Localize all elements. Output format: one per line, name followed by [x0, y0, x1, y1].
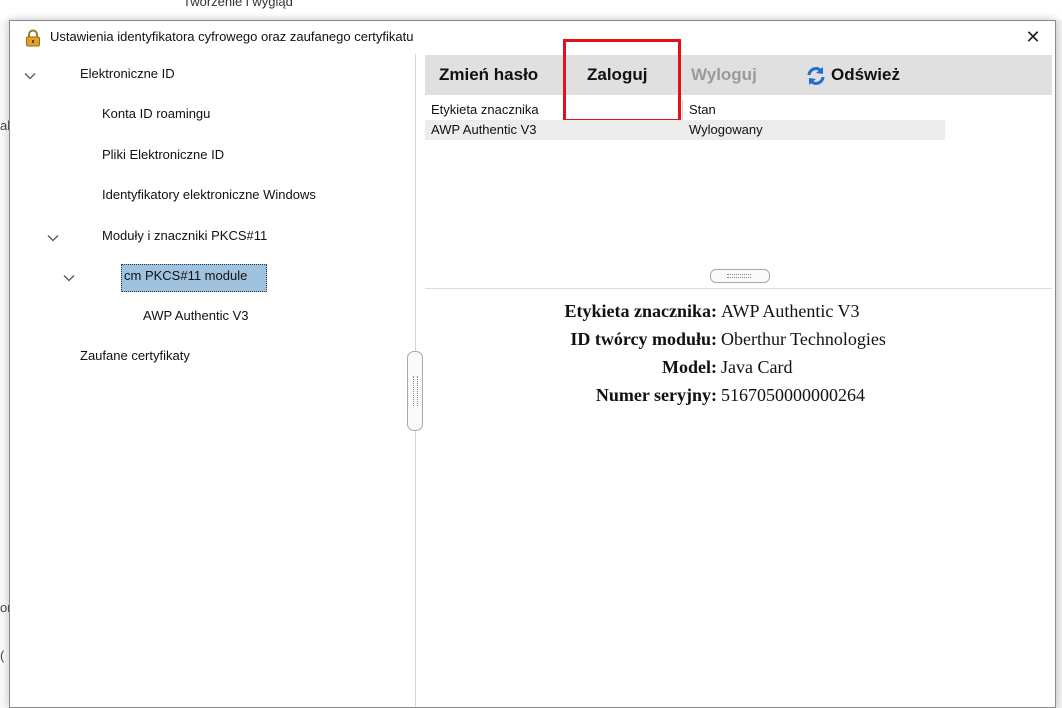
column-header-status[interactable]: Stan: [689, 102, 716, 117]
detail-row: Numer seryjny: 5167050000000264: [425, 385, 1052, 411]
cell-token-status: Wylogowany: [689, 122, 763, 137]
digital-id-settings-dialog: Ustawienia identyfikatora cyfrowego oraz…: [9, 20, 1056, 708]
detail-row: ID twórcy modułu: Oberthur Technologies: [425, 329, 1052, 355]
tree-item-id-files[interactable]: Pliki Elektroniczne ID: [102, 147, 224, 162]
title-bar: Ustawienia identyfikatora cyfrowego oraz…: [10, 21, 1055, 54]
detail-label: ID twórcy modułu:: [570, 329, 717, 349]
detail-row: Model: Java Card: [425, 357, 1052, 383]
table-header: Etykieta znacznika Stan: [425, 100, 945, 120]
close-button[interactable]: ✕: [1011, 21, 1055, 54]
table-row[interactable]: AWP Authentic V3 Wylogowany: [425, 120, 945, 140]
detail-label: Numer seryjny:: [595, 385, 717, 405]
column-separator: [682, 100, 683, 120]
vertical-splitter-handle[interactable]: [407, 351, 423, 431]
background-header: Tworzenie i wygląd: [0, 0, 1062, 20]
background-tab[interactable]: Tworzenie i wygląd: [183, 0, 293, 9]
tree-item-roaming-accounts[interactable]: Konta ID roamingu: [102, 106, 210, 121]
cell-token-label: AWP Authentic V3: [431, 122, 537, 137]
tree-item-cm-pkcs11-module[interactable]: cm PKCS#11 module: [121, 264, 267, 292]
lock-icon: [26, 29, 40, 47]
background-fragment: (: [0, 648, 5, 663]
detail-value: Java Card: [721, 357, 793, 377]
grip-icon: [727, 274, 751, 278]
chevron-down-icon[interactable]: [63, 272, 75, 284]
pane-divider: [425, 288, 1052, 289]
column-header-label[interactable]: Etykieta znacznika: [431, 102, 539, 117]
detail-value: AWP Authentic V3: [721, 301, 860, 321]
tree-item-electronic-id[interactable]: Elektroniczne ID: [80, 66, 175, 81]
chevron-down-icon[interactable]: [24, 70, 36, 82]
refresh-icon[interactable]: [805, 65, 827, 87]
chevron-down-icon[interactable]: [47, 232, 59, 244]
horizontal-splitter-handle[interactable]: [710, 269, 770, 283]
detail-value: 5167050000000264: [721, 385, 865, 405]
tree-item-awp-authentic[interactable]: AWP Authentic V3: [143, 308, 249, 323]
detail-label: Etykieta znacznika:: [564, 301, 718, 321]
logout-button: Wyloguj: [691, 65, 757, 84]
tree-item-pkcs11-modules[interactable]: Moduły i znaczniki PKCS#11: [102, 228, 267, 243]
change-password-button[interactable]: Zmień hasło: [439, 55, 538, 95]
detail-label: Model:: [662, 357, 717, 377]
background-right-edge: [1055, 20, 1062, 708]
toolbar: Zmień hasło Zaloguj Wyloguj Odśwież: [425, 55, 1052, 95]
detail-row: Etykieta znacznika: AWP Authentic V3: [425, 301, 1052, 327]
dialog-title: Ustawienia identyfikatora cyfrowego oraz…: [50, 29, 414, 44]
tree-item-windows-ids[interactable]: Identyfikatory elektroniczne Windows: [102, 187, 316, 202]
grip-icon: [413, 376, 418, 406]
refresh-button[interactable]: Odśwież: [831, 55, 900, 95]
tree-item-trusted-certificates[interactable]: Zaufane certyfikaty: [80, 348, 190, 363]
settings-tree: Elektroniczne ID Konta ID roamingu Pliki…: [10, 54, 416, 707]
detail-value: Oberthur Technologies: [721, 329, 886, 349]
